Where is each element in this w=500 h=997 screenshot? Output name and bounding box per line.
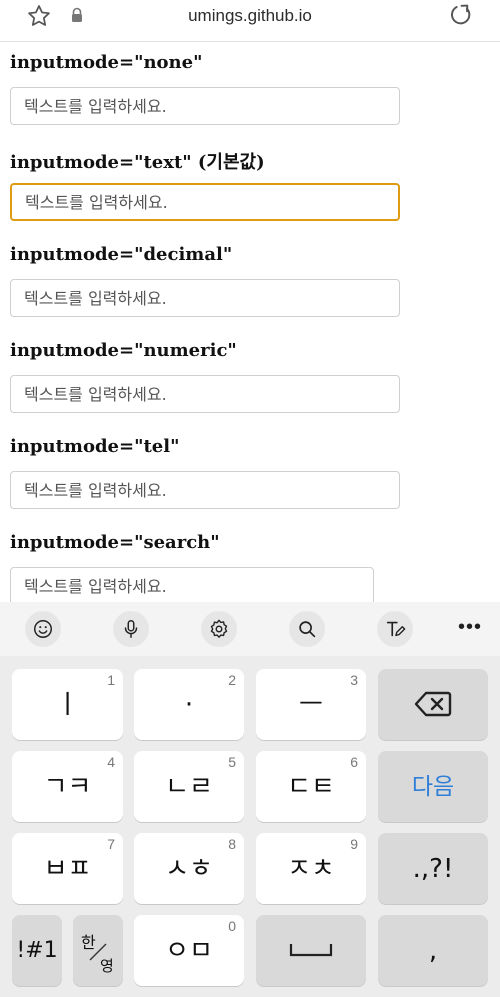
key-vowel-eu[interactable]: 3 ㅡ <box>256 669 366 740</box>
key-ieung[interactable]: 0 ㅇㅁ <box>134 915 244 986</box>
input-mode-text[interactable] <box>10 183 400 221</box>
key-label: · <box>184 689 194 720</box>
next-key[interactable]: 다음 <box>378 751 488 822</box>
virtual-keyboard: ••• 1 ㅣ 2 · 3 ㅡ 4 ㄱㅋ 5 ㄴㄹ 6 ㄷㅌ 다음 7 ㅂㅍ 8 <box>0 602 500 997</box>
field-label-none: inputmode="none" <box>10 52 203 73</box>
url-text[interactable]: umings.github.io <box>0 6 500 26</box>
comma-key[interactable]: , <box>378 915 488 986</box>
key-label: ㅂㅍ <box>43 853 92 884</box>
microphone-icon[interactable] <box>113 611 149 647</box>
reload-icon[interactable] <box>448 2 474 28</box>
key-label: ㅇㅁ <box>165 935 213 966</box>
keyboard-toolbar: ••• <box>0 602 500 656</box>
input-mode-none[interactable] <box>10 87 400 125</box>
key-label: ㅡ <box>299 689 323 720</box>
more-options-icon[interactable]: ••• <box>456 614 484 644</box>
field-label-decimal: inputmode="decimal" <box>10 244 233 265</box>
input-mode-tel[interactable] <box>10 471 400 509</box>
input-mode-decimal[interactable] <box>10 279 400 317</box>
emoji-icon[interactable] <box>25 611 61 647</box>
field-label-numeric: inputmode="numeric" <box>10 340 237 361</box>
key-hint: 3 <box>350 672 358 688</box>
key-label-english: 영 <box>100 958 114 975</box>
key-hint: 2 <box>228 672 236 688</box>
browser-address-bar: umings.github.io <box>0 0 500 42</box>
key-label: !#1 <box>16 937 58 963</box>
key-label: , <box>428 935 438 966</box>
backspace-icon <box>414 691 452 717</box>
key-vowel-i[interactable]: 1 ㅣ <box>12 669 123 740</box>
key-label: 다음 <box>411 773 455 800</box>
key-hint: 6 <box>350 754 358 770</box>
key-digeut[interactable]: 6 ㄷㅌ <box>256 751 366 822</box>
key-siot[interactable]: 8 ㅅㅎ <box>134 833 244 904</box>
key-jieut[interactable]: 9 ㅈㅊ <box>256 833 366 904</box>
key-giyeok[interactable]: 4 ㄱㅋ <box>12 751 123 822</box>
key-hint: 5 <box>228 754 236 770</box>
key-vowel-dot[interactable]: 2 · <box>134 669 244 740</box>
settings-icon[interactable] <box>201 611 237 647</box>
space-icon <box>289 944 333 957</box>
key-label: ㅣ <box>55 689 80 720</box>
key-hint: 1 <box>107 672 115 688</box>
handwriting-icon[interactable] <box>377 611 413 647</box>
field-label-search: inputmode="search" <box>10 532 220 553</box>
field-label-tel: inputmode="tel" <box>10 436 180 457</box>
key-bieup[interactable]: 7 ㅂㅍ <box>12 833 123 904</box>
key-label: ㄷㅌ <box>287 771 335 802</box>
punctuation-key[interactable]: .,?! <box>378 833 488 904</box>
key-hint: 9 <box>350 836 358 852</box>
key-hint: 4 <box>107 754 115 770</box>
field-label-text: inputmode="text" (기본값) <box>10 152 265 173</box>
key-label: ㄱㅋ <box>43 771 92 802</box>
key-hint: 7 <box>107 836 115 852</box>
language-switch-key[interactable]: 한 영 <box>73 915 123 986</box>
key-hint: 8 <box>228 836 236 852</box>
backspace-key[interactable] <box>378 669 488 740</box>
key-nieun[interactable]: 5 ㄴㄹ <box>134 751 244 822</box>
key-label: .,?! <box>412 853 454 884</box>
search-icon[interactable] <box>289 611 325 647</box>
key-label: ㅅㅎ <box>165 853 213 884</box>
input-mode-numeric[interactable] <box>10 375 400 413</box>
key-label: ㄴㄹ <box>165 771 213 802</box>
symbols-key[interactable]: !#1 <box>12 915 62 986</box>
key-hint: 0 <box>228 918 236 934</box>
space-key[interactable] <box>256 915 366 986</box>
key-label: ㅈㅊ <box>287 853 335 884</box>
input-mode-search[interactable] <box>10 567 374 605</box>
